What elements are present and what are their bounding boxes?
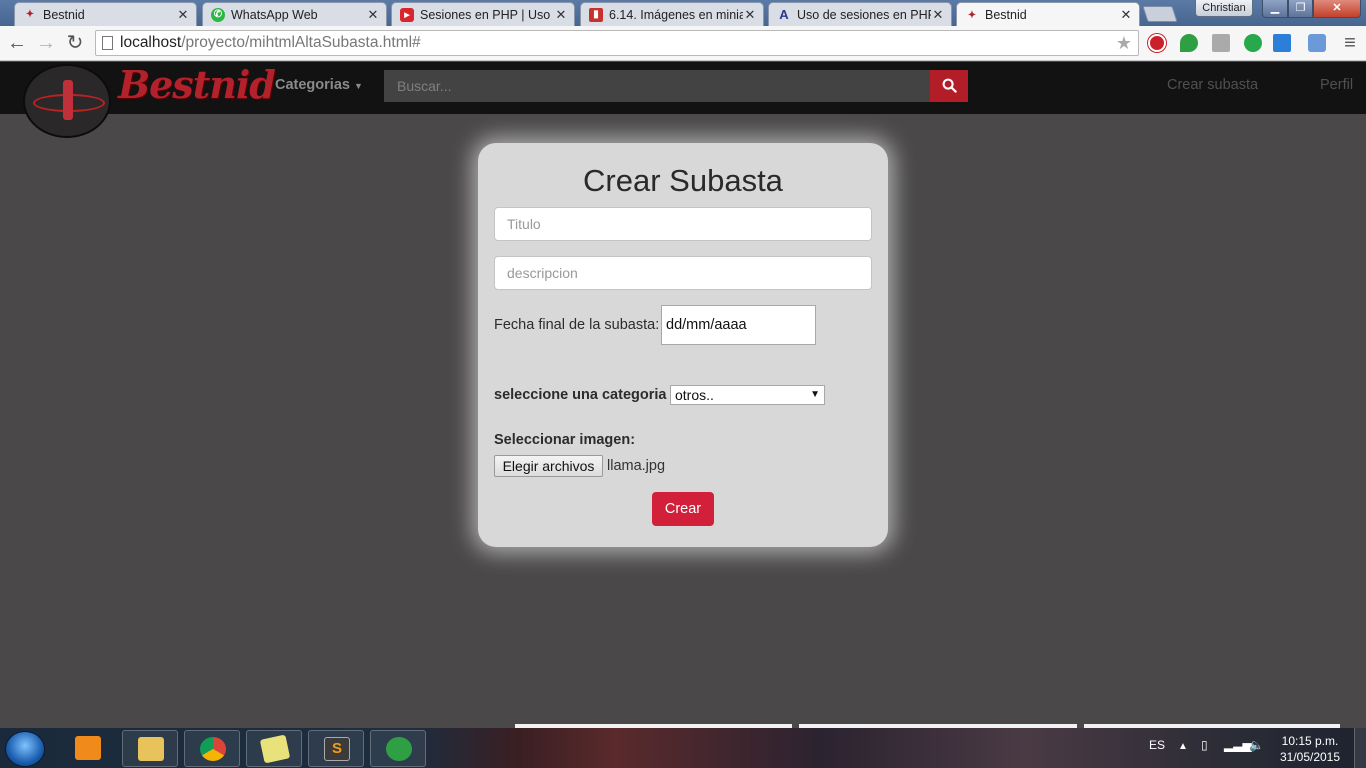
tab-title: 6.14. Imágenes en miniat bbox=[609, 7, 743, 22]
browser-tab-4[interactable]: ▮ 6.14. Imágenes en miniat ✕ bbox=[580, 2, 764, 26]
taskbar-chrome[interactable] bbox=[184, 730, 240, 767]
search-icon bbox=[942, 78, 957, 93]
system-clock[interactable]: 10:15 p.m. 31/05/2015 bbox=[1275, 733, 1345, 765]
close-tab-icon[interactable]: ✕ bbox=[366, 7, 380, 23]
browser-tab-2[interactable]: ✆ WhatsApp Web ✕ bbox=[202, 2, 387, 26]
youtube-icon: ▶ bbox=[400, 7, 414, 22]
search-button[interactable] bbox=[930, 70, 968, 102]
adblock-extension-icon[interactable] bbox=[1148, 34, 1166, 52]
network-signal-icon[interactable]: ▂▃▅ bbox=[1224, 738, 1252, 752]
taskbar-explorer[interactable] bbox=[122, 730, 178, 767]
download-extension-icon[interactable] bbox=[1212, 34, 1230, 52]
categoria-selected-value: otros.. bbox=[675, 387, 714, 403]
taskbar-app-green[interactable] bbox=[370, 730, 426, 767]
back-arrow-icon[interactable]: ← bbox=[5, 31, 29, 55]
create-auction-card: Crear Subasta Titulo descripcion Fecha f… bbox=[478, 143, 888, 547]
new-badge-extension-icon[interactable] bbox=[1273, 34, 1291, 52]
chrome-icon bbox=[200, 737, 226, 761]
clock-time: 10:15 p.m. bbox=[1281, 734, 1339, 748]
tab-title: Bestnid bbox=[43, 7, 85, 22]
browser-toolbar: ← → ↻ localhost/proyecto/mihtmlAltaSubas… bbox=[0, 26, 1366, 61]
close-tab-icon[interactable]: ✕ bbox=[1119, 7, 1133, 23]
close-tab-icon[interactable]: ✕ bbox=[176, 7, 190, 23]
url-path: /proyecto/mihtmlAltaSubasta.html# bbox=[181, 34, 421, 51]
volume-icon[interactable]: 🔈 bbox=[1249, 738, 1264, 752]
tab-title: Bestnid bbox=[985, 8, 1027, 22]
browser-tab-3[interactable]: ▶ Sesiones en PHP | Uso de ✕ bbox=[391, 2, 575, 26]
categories-label: Categorias bbox=[275, 77, 350, 93]
selected-file-name: llama.jpg bbox=[607, 458, 666, 474]
imagen-label: Seleccionar imagen: bbox=[494, 432, 636, 448]
close-tab-icon[interactable]: ✕ bbox=[931, 7, 945, 23]
camera-extension-icon[interactable] bbox=[1308, 34, 1326, 52]
sublime-text-icon: S bbox=[324, 737, 350, 761]
start-button[interactable] bbox=[5, 731, 45, 767]
fecha-label: Fecha final de la subasta: bbox=[494, 317, 660, 333]
categories-dropdown[interactable]: Categorias ▼ bbox=[275, 77, 363, 93]
sticky-notes-icon bbox=[259, 734, 291, 764]
taskbar-sublime-text[interactable]: S bbox=[308, 730, 364, 767]
search-input[interactable]: Buscar... bbox=[384, 70, 930, 102]
menu-hamburger-icon[interactable]: ≡ bbox=[1338, 31, 1362, 55]
tab-title: WhatsApp Web bbox=[231, 7, 318, 22]
whatsapp-icon: ✆ bbox=[211, 7, 225, 22]
nav-create-auction-link[interactable]: Crear subasta bbox=[1167, 77, 1258, 93]
browser-tab-5[interactable]: A Uso de sesiones en PHP, ✕ bbox=[768, 2, 952, 26]
a-letter-icon: A bbox=[779, 7, 789, 22]
bestnid-logo[interactable] bbox=[23, 64, 111, 138]
titulo-input[interactable]: Titulo bbox=[494, 207, 872, 241]
page-icon bbox=[102, 36, 113, 50]
green-app-icon bbox=[386, 737, 412, 761]
caret-down-icon: ▼ bbox=[353, 81, 363, 91]
book-icon: ▮ bbox=[589, 7, 603, 22]
profile-user-button[interactable]: Christian bbox=[1195, 0, 1253, 17]
dropdown-arrow-icon: ▼ bbox=[810, 389, 820, 400]
bestnid-icon: ✦ bbox=[25, 9, 35, 20]
reload-icon[interactable]: ↻ bbox=[63, 31, 87, 55]
fecha-date-input[interactable]: dd/mm/aaaa bbox=[661, 305, 816, 345]
folder-icon bbox=[138, 737, 164, 761]
pushbullet-extension-icon[interactable] bbox=[1244, 34, 1262, 52]
show-desktop-button[interactable] bbox=[1354, 728, 1366, 768]
close-window-button[interactable]: ✕ bbox=[1313, 0, 1361, 18]
nav-profile-link[interactable]: Perfil bbox=[1320, 77, 1353, 93]
categoria-select[interactable]: otros.. ▼ bbox=[670, 385, 825, 405]
clock-date: 31/05/2015 bbox=[1279, 750, 1341, 764]
power-icon[interactable]: ▯ bbox=[1201, 738, 1208, 752]
choose-files-button[interactable]: Elegir archivos bbox=[494, 455, 603, 477]
taskbar-sticky-notes[interactable] bbox=[246, 730, 302, 767]
forward-arrow-icon[interactable]: → bbox=[34, 31, 58, 55]
close-tab-icon[interactable]: ✕ bbox=[554, 7, 568, 23]
tab-title: Sesiones en PHP | Uso de bbox=[420, 7, 554, 22]
language-indicator[interactable]: ES bbox=[1149, 738, 1165, 752]
media-player-icon bbox=[75, 736, 101, 760]
bookmark-star-icon[interactable]: ★ bbox=[1116, 31, 1132, 55]
crear-submit-button[interactable]: Crear bbox=[652, 492, 714, 526]
close-tab-icon[interactable]: ✕ bbox=[743, 7, 757, 23]
browser-tab-1[interactable]: ✦ Bestnid ✕ bbox=[14, 2, 197, 26]
new-tab-button[interactable] bbox=[1142, 6, 1178, 22]
tab-title: Uso de sesiones en PHP, bbox=[797, 7, 931, 22]
bestnid-icon: ✦ bbox=[967, 9, 977, 21]
brand-name[interactable]: Bestnid bbox=[118, 62, 276, 107]
categoria-label: seleccione una categoria bbox=[494, 387, 667, 403]
logo-figure bbox=[63, 80, 73, 120]
browser-tab-6-active[interactable]: ✦ Bestnid ✕ bbox=[956, 2, 1140, 27]
descripcion-input[interactable]: descripcion bbox=[494, 256, 872, 290]
taskbar-media-player[interactable] bbox=[60, 730, 116, 767]
address-bar[interactable]: localhost/proyecto/mihtmlAltaSubasta.htm… bbox=[95, 30, 1139, 56]
show-hidden-icons-arrow[interactable]: ▲ bbox=[1178, 741, 1188, 752]
url-host: localhost bbox=[120, 34, 182, 51]
leaf-extension-icon[interactable] bbox=[1180, 34, 1198, 52]
maximize-window-button[interactable]: ❐ bbox=[1288, 0, 1313, 18]
minimize-window-button[interactable]: ▁ bbox=[1262, 0, 1288, 18]
form-title: Crear Subasta bbox=[583, 163, 783, 198]
